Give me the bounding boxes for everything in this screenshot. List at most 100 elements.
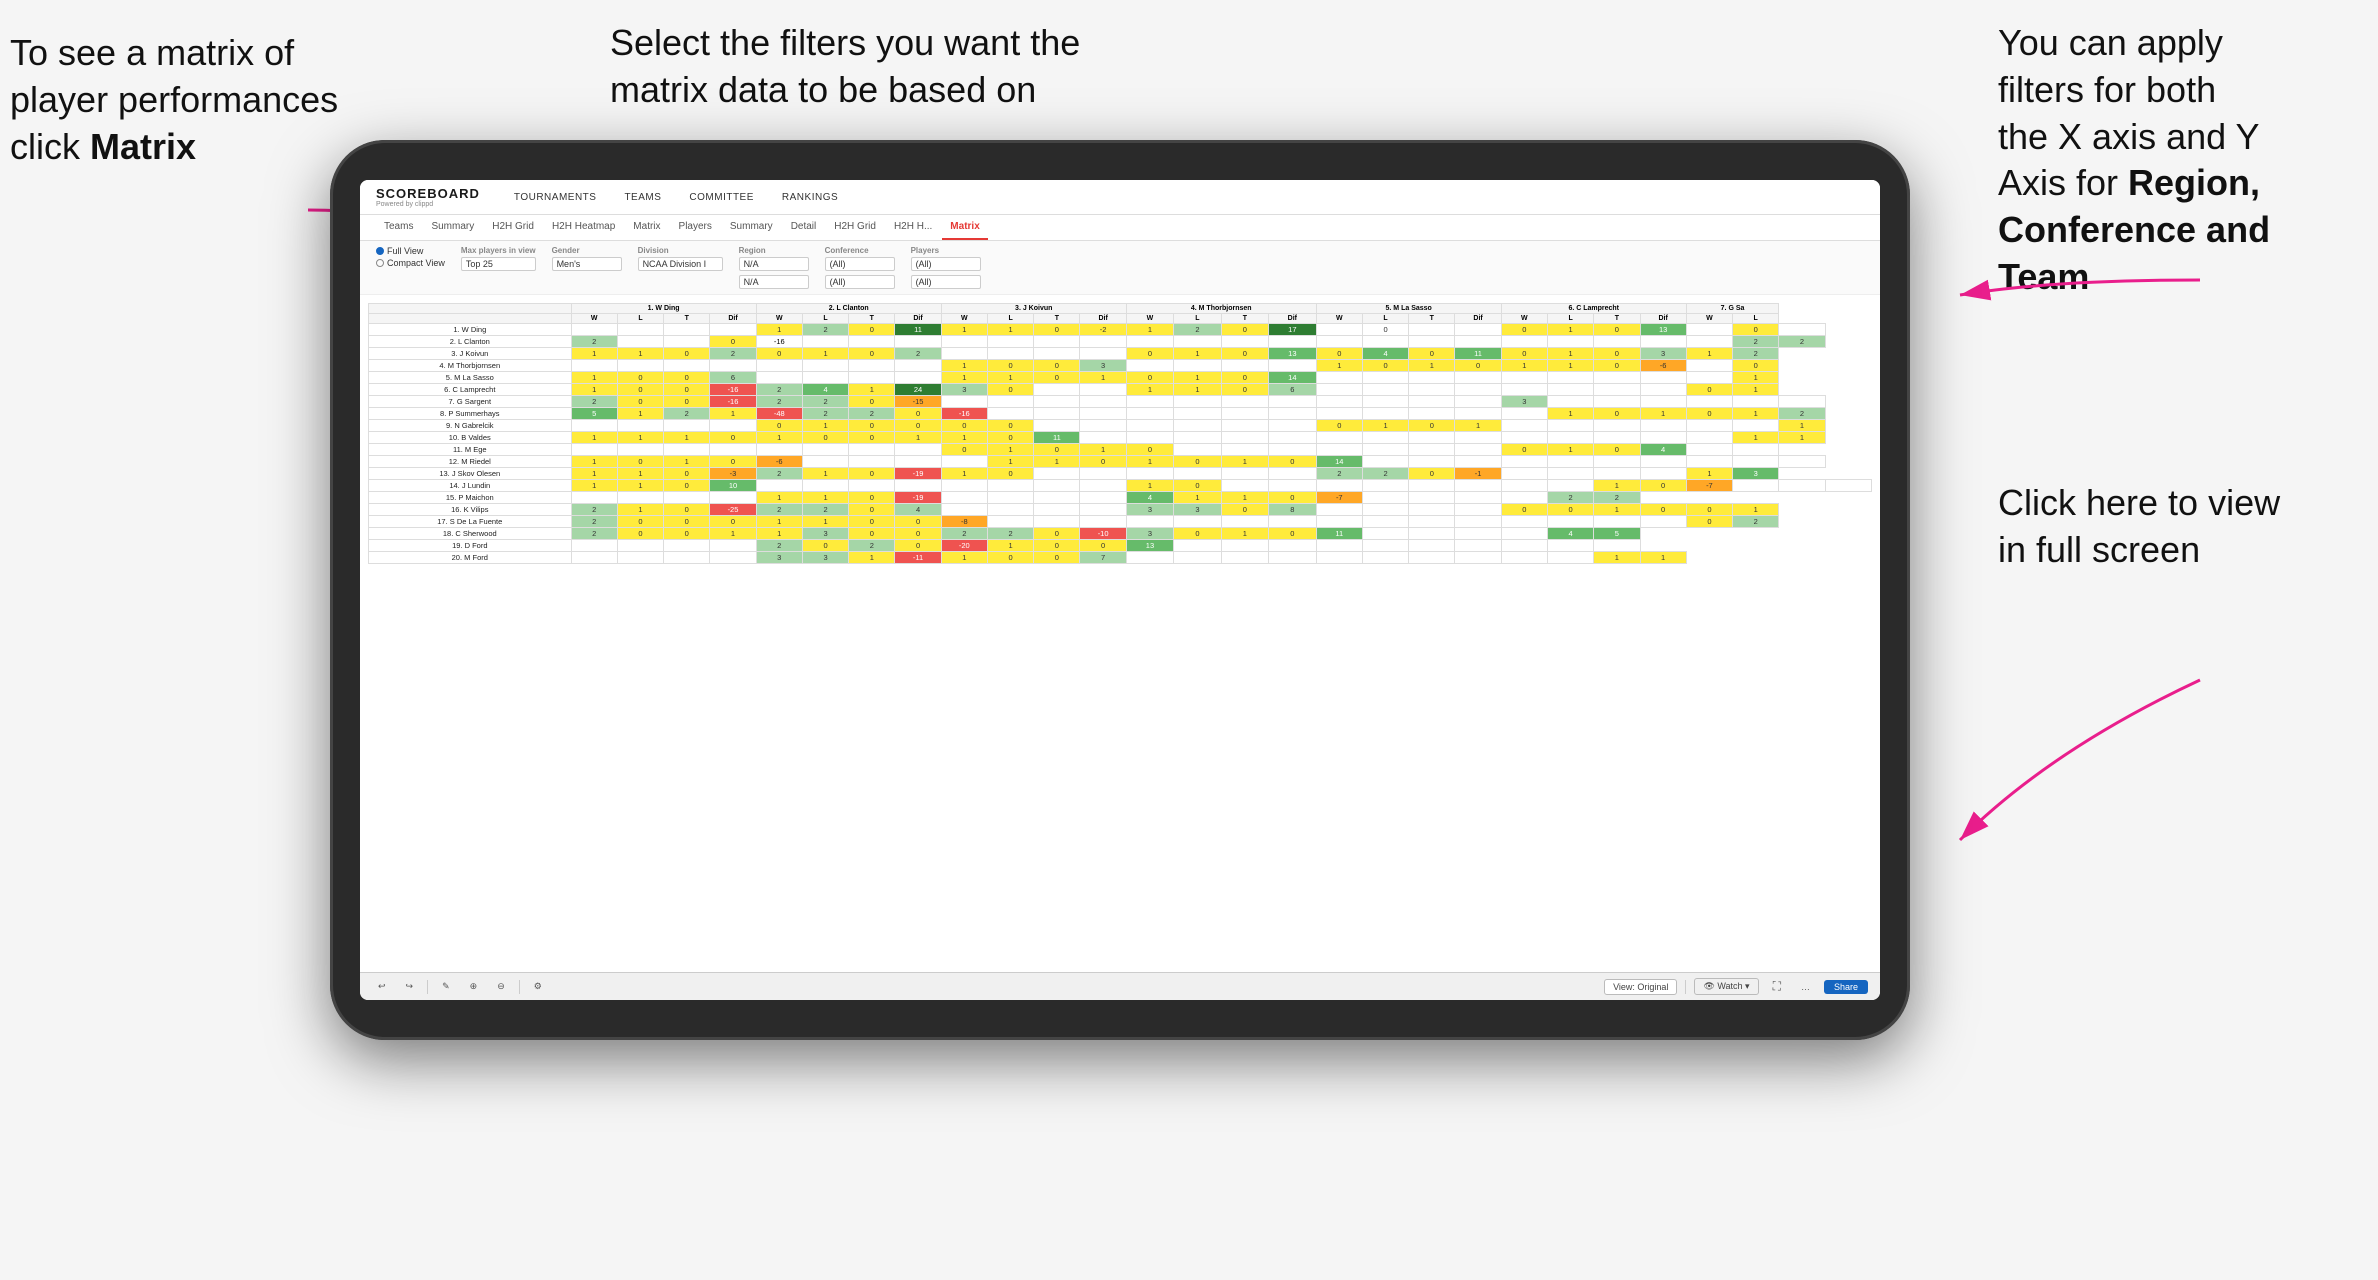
compact-view-radio[interactable] bbox=[376, 259, 384, 267]
row-label-4: 5. M La Sasso bbox=[369, 372, 572, 384]
tab-players[interactable]: Players bbox=[671, 215, 720, 240]
cell-r3-c14 bbox=[1221, 360, 1268, 372]
ann-middle-line2: matrix data to be based on bbox=[610, 69, 1036, 110]
division-select[interactable]: NCAA Division I bbox=[638, 257, 723, 271]
cell-r18-c3 bbox=[710, 540, 756, 552]
cell-r18-c0 bbox=[571, 540, 617, 552]
sh-5-L: L bbox=[1362, 314, 1408, 324]
cell-r3-c18: 1 bbox=[1409, 360, 1455, 372]
cell-r18-c16 bbox=[1316, 540, 1362, 552]
cell-r17-c12: 3 bbox=[1126, 528, 1173, 540]
row-label-17: 18. C Sherwood bbox=[369, 528, 572, 540]
tab-detail[interactable]: Detail bbox=[783, 215, 825, 240]
cell-r6-c7: -15 bbox=[895, 396, 941, 408]
zoom-in-btn[interactable]: ⊕ bbox=[464, 979, 484, 994]
cell-r15-c22: 1 bbox=[1594, 504, 1640, 516]
cell-r3-c15 bbox=[1269, 360, 1317, 372]
cell-r11-c19 bbox=[1455, 456, 1501, 468]
cell-r17-c4: 1 bbox=[756, 528, 802, 540]
tab-h2h-grid-2[interactable]: H2H Grid bbox=[826, 215, 884, 240]
cell-r1-c26: 2 bbox=[1779, 336, 1825, 348]
share-btn[interactable]: Share bbox=[1824, 980, 1868, 994]
cell-r8-c9: 0 bbox=[987, 420, 1033, 432]
tab-matrix-active[interactable]: Matrix bbox=[942, 215, 987, 240]
cell-r15-c18 bbox=[1409, 504, 1455, 516]
region-select-1[interactable]: N/A bbox=[739, 257, 809, 271]
ann-left-line3-bold: Matrix bbox=[90, 126, 196, 167]
cell-r16-c24: 0 bbox=[1686, 516, 1732, 528]
tab-h2h-heatmap[interactable]: H2H Heatmap bbox=[544, 215, 623, 240]
cell-r2-c23: 3 bbox=[1640, 348, 1686, 360]
more-btn[interactable]: … bbox=[1795, 980, 1816, 994]
tab-h2hh[interactable]: H2H H... bbox=[886, 215, 940, 240]
compact-view-option[interactable]: Compact View bbox=[376, 258, 445, 268]
cell-r11-c7 bbox=[895, 456, 941, 468]
cell-r11-c11: 0 bbox=[1080, 456, 1126, 468]
cell-r3-c20: 1 bbox=[1501, 360, 1547, 372]
tab-summary-2[interactable]: Summary bbox=[722, 215, 781, 240]
gender-select[interactable]: Men's bbox=[552, 257, 622, 271]
cell-r3-c10: 0 bbox=[1034, 360, 1080, 372]
cell-r6-c25 bbox=[1733, 396, 1779, 408]
ann-rt-l2: filters for both bbox=[1998, 69, 2216, 110]
max-players-select[interactable]: Top 25 bbox=[461, 257, 536, 271]
bottom-toolbar: ↩ ↪ ✎ ⊕ ⊖ ⚙ View: Original 👁 Watch ▾ ⛶ …… bbox=[360, 972, 1880, 1000]
watch-btn[interactable]: 👁 Watch ▾ bbox=[1694, 978, 1758, 995]
nav-item-committee[interactable]: COMMITTEE bbox=[685, 190, 758, 205]
sh-2-T: T bbox=[849, 314, 895, 324]
cell-r19-c0 bbox=[571, 552, 617, 564]
cell-r5-c2: 0 bbox=[664, 384, 710, 396]
cell-r8-c16: 0 bbox=[1316, 420, 1362, 432]
cell-r0-c16 bbox=[1316, 324, 1362, 336]
cell-r5-c9: 0 bbox=[987, 384, 1033, 396]
cell-r0-c26 bbox=[1779, 324, 1825, 336]
cell-r13-c19 bbox=[1455, 480, 1501, 492]
cell-r15-c4: 2 bbox=[756, 504, 802, 516]
cell-r12-c14 bbox=[1221, 468, 1268, 480]
undo-btn[interactable]: ↩ bbox=[372, 979, 392, 994]
view-original-btn[interactable]: View: Original bbox=[1604, 979, 1677, 995]
cell-r10-c10: 0 bbox=[1034, 444, 1080, 456]
conference-select-1[interactable]: (All) bbox=[825, 257, 895, 271]
players-select-2[interactable]: (All) bbox=[911, 275, 981, 289]
cell-r11-c2: 1 bbox=[664, 456, 710, 468]
fullscreen-btn[interactable]: ⛶ bbox=[1767, 977, 1787, 996]
nav-item-rankings[interactable]: RANKINGS bbox=[778, 190, 842, 205]
filters-row: Full View Compact View Max players in vi… bbox=[360, 241, 1880, 295]
cell-r15-c21: 0 bbox=[1547, 504, 1593, 516]
region-select-2[interactable]: N/A bbox=[739, 275, 809, 289]
cell-r13-c0: 1 bbox=[571, 480, 617, 492]
zoom-out-btn[interactable]: ⊖ bbox=[491, 979, 511, 994]
cell-r0-c9: 1 bbox=[987, 324, 1033, 336]
ann-rt-l4-bold: Region, bbox=[2128, 162, 2260, 203]
tab-matrix-1[interactable]: Matrix bbox=[625, 215, 668, 240]
tab-teams[interactable]: Teams bbox=[376, 215, 421, 240]
cell-r15-c23: 0 bbox=[1640, 504, 1686, 516]
full-view-option[interactable]: Full View bbox=[376, 246, 445, 256]
conference-select-2[interactable]: (All) bbox=[825, 275, 895, 289]
cell-r2-c2: 0 bbox=[664, 348, 710, 360]
tab-summary[interactable]: Summary bbox=[423, 215, 482, 240]
settings-btn[interactable]: ⚙ bbox=[528, 979, 548, 994]
tab-h2h-grid[interactable]: H2H Grid bbox=[484, 215, 542, 240]
cell-r5-c25: 1 bbox=[1733, 384, 1779, 396]
hand-btn[interactable]: ✎ bbox=[436, 979, 456, 994]
redo-btn[interactable]: ↪ bbox=[400, 979, 420, 994]
ann-rb-l1: Click here to view bbox=[1998, 482, 2280, 523]
nav-item-teams[interactable]: TEAMS bbox=[620, 190, 665, 205]
nav-item-tournaments[interactable]: TOURNAMENTS bbox=[510, 190, 601, 205]
cell-r6-c2: 0 bbox=[664, 396, 710, 408]
table-row: 2. L Clanton20-1622 bbox=[369, 336, 1872, 348]
players-select-1[interactable]: (All) bbox=[911, 257, 981, 271]
cell-r17-c7: 0 bbox=[895, 528, 941, 540]
table-row: 9. N Gabrelcik01000001011 bbox=[369, 420, 1872, 432]
full-view-radio[interactable] bbox=[376, 247, 384, 255]
cell-r3-c3 bbox=[710, 360, 756, 372]
sh-1-L: L bbox=[617, 314, 663, 324]
cell-r12-c19: -1 bbox=[1455, 468, 1501, 480]
cell-r2-c19: 11 bbox=[1455, 348, 1501, 360]
cell-r1-c9 bbox=[987, 336, 1033, 348]
cell-r17-c2: 0 bbox=[664, 528, 710, 540]
cell-r6-c12 bbox=[1126, 396, 1173, 408]
cell-r0-c2 bbox=[664, 324, 710, 336]
